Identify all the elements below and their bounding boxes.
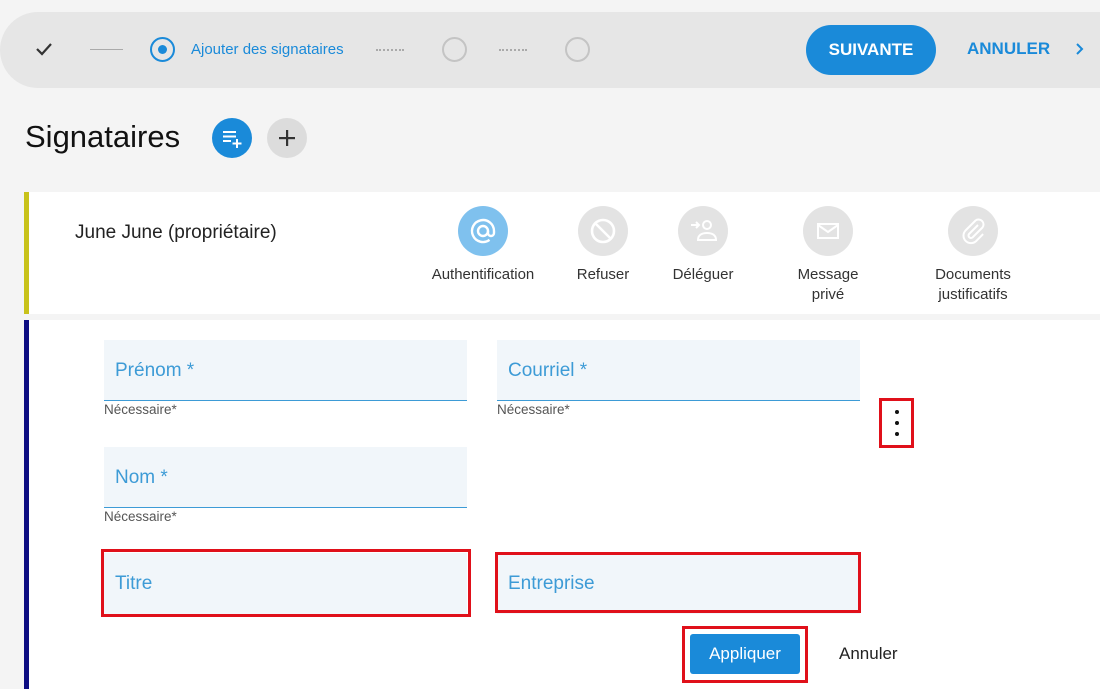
action-supporting-documents[interactable]: Documents justificatifs bbox=[898, 206, 1048, 305]
cancel-button[interactable]: ANNULER bbox=[967, 39, 1050, 59]
first-name-helper: Nécessaire* bbox=[104, 402, 177, 417]
owner-signer-card: June June (propriétaire) Authentificatio… bbox=[24, 192, 1100, 314]
playlist-add-icon bbox=[223, 131, 242, 148]
owner-name: June June (propriétaire) bbox=[75, 222, 277, 243]
step-connector bbox=[90, 49, 123, 50]
action-label: Documents justificatifs bbox=[935, 266, 1011, 303]
highlight-box bbox=[101, 549, 471, 617]
last-name-field[interactable]: Nom * bbox=[104, 447, 467, 508]
action-label: Déléguer bbox=[672, 266, 734, 283]
step-current-label: Ajouter des signataires bbox=[191, 41, 344, 58]
action-label: Message privé bbox=[797, 266, 859, 303]
signer-form-card: Prénom * Nécessaire* Courriel * Nécessai… bbox=[24, 320, 1100, 689]
first-name-field[interactable]: Prénom * bbox=[104, 340, 467, 401]
step-indicator[interactable] bbox=[565, 37, 590, 62]
highlight-box bbox=[682, 626, 808, 683]
page-title: Signataires bbox=[25, 119, 181, 154]
chevron-right-icon[interactable] bbox=[1074, 40, 1086, 58]
last-name-placeholder: Nom * bbox=[115, 467, 168, 488]
highlight-box bbox=[495, 552, 861, 613]
next-button[interactable]: SUIVANTE bbox=[806, 25, 936, 75]
check-icon bbox=[36, 43, 52, 56]
delegate-icon bbox=[678, 206, 728, 256]
step-current-indicator bbox=[150, 37, 175, 62]
email-placeholder: Courriel * bbox=[508, 360, 588, 381]
email-field[interactable]: Courriel * bbox=[497, 340, 860, 401]
step-connector bbox=[499, 49, 527, 51]
step-indicator[interactable] bbox=[442, 37, 467, 62]
action-private-message[interactable]: Message privé bbox=[753, 206, 903, 305]
at-icon bbox=[458, 206, 508, 256]
add-from-list-button[interactable] bbox=[212, 118, 252, 158]
first-name-placeholder: Prénom * bbox=[115, 360, 195, 381]
email-helper: Nécessaire* bbox=[497, 402, 570, 417]
paperclip-icon bbox=[948, 206, 998, 256]
step-connector bbox=[376, 49, 404, 51]
mail-icon bbox=[803, 206, 853, 256]
cancel-form-button[interactable]: Annuler bbox=[839, 644, 898, 664]
plus-icon bbox=[279, 130, 295, 146]
add-signer-button[interactable] bbox=[267, 118, 307, 158]
action-label: Authentification bbox=[431, 266, 535, 283]
action-label: Refuser bbox=[576, 266, 630, 283]
highlight-box bbox=[879, 398, 914, 448]
block-icon bbox=[578, 206, 628, 256]
last-name-helper: Nécessaire* bbox=[104, 509, 177, 524]
